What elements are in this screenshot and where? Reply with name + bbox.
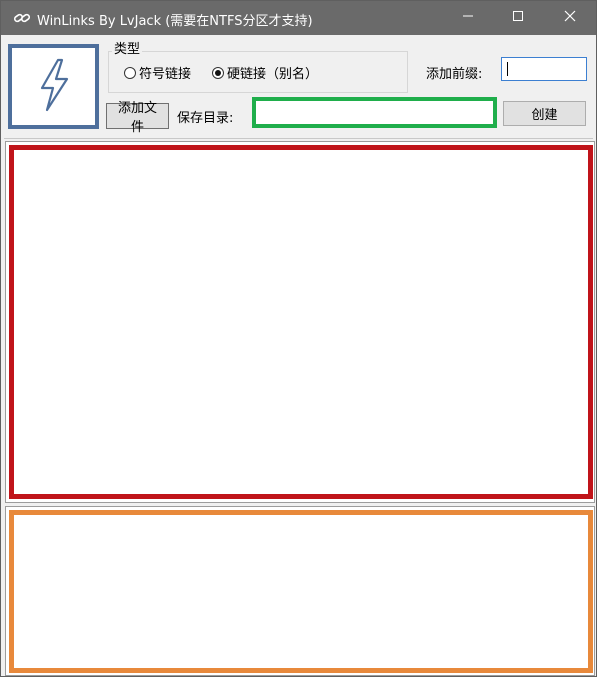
radio-symbolic-link-label: 符号链接 bbox=[139, 67, 192, 82]
file-list[interactable] bbox=[9, 145, 593, 499]
create-button[interactable]: 创建 bbox=[503, 101, 586, 126]
radio-hard-link-label: 硬链接（别名） bbox=[227, 67, 319, 82]
add-file-button[interactable]: 添加文件 bbox=[106, 101, 169, 135]
divider bbox=[4, 138, 593, 139]
prefix-label: 添加前缀: bbox=[426, 67, 483, 82]
save-dir-label: 保存目录: bbox=[177, 111, 234, 126]
title-bar[interactable]: WinLinks By LvJack (需要在NTFS分区才支持) bbox=[1, 1, 596, 35]
log-area[interactable] bbox=[9, 510, 593, 673]
close-icon bbox=[564, 10, 576, 26]
app-logo bbox=[8, 44, 99, 129]
radio-circle-checked[interactable] bbox=[212, 66, 224, 79]
window-title: WinLinks By LvJack (需要在NTFS分区才支持) bbox=[37, 14, 313, 29]
radio-circle[interactable] bbox=[124, 66, 136, 79]
close-button[interactable] bbox=[547, 1, 593, 35]
maximize-button[interactable] bbox=[495, 1, 541, 35]
app-window: WinLinks By LvJack (需要在NTFS分区才支持) 类型 符号链… bbox=[0, 0, 597, 677]
link-type-group-title: 类型 bbox=[112, 42, 143, 58]
text-caret bbox=[507, 62, 508, 76]
prefix-input[interactable] bbox=[501, 57, 587, 81]
minimize-icon bbox=[462, 10, 474, 26]
lightning-bolt-icon bbox=[34, 57, 74, 117]
radio-hard-link[interactable]: 硬链接（别名） bbox=[212, 63, 318, 82]
minimize-button[interactable] bbox=[445, 1, 491, 35]
link-icon bbox=[13, 10, 31, 26]
radio-symbolic-link[interactable]: 符号链接 bbox=[124, 63, 191, 82]
save-dir-input[interactable] bbox=[252, 97, 497, 128]
maximize-icon bbox=[512, 10, 524, 26]
